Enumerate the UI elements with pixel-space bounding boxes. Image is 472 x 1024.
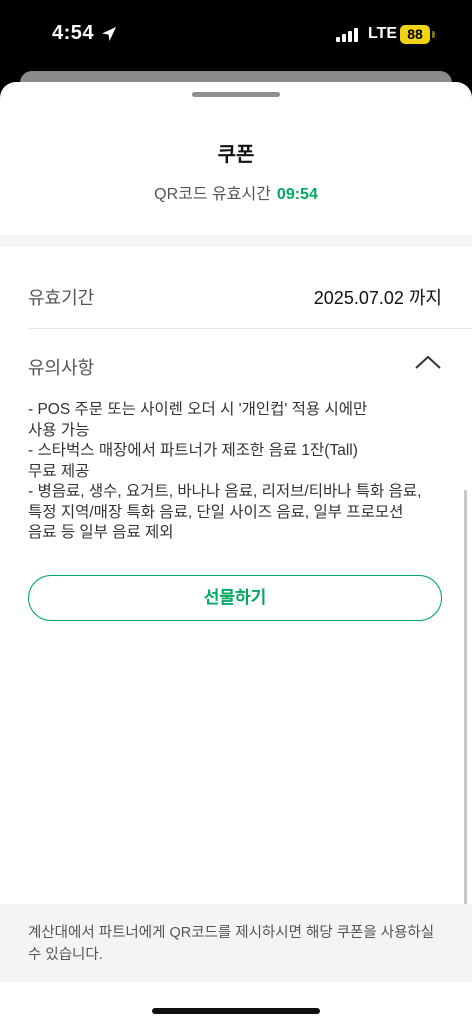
battery-tip xyxy=(432,31,435,38)
notes-label: 유의사항 xyxy=(28,358,95,378)
gift-button[interactable]: 선물하기 xyxy=(28,575,442,621)
qr-validity-label: QR코드 유효시간 xyxy=(154,186,271,203)
qr-validity: QR코드 유효시간 09:54 xyxy=(0,180,472,204)
coupon-sheet: 쿠폰 QR코드 유효시간 09:54 유효기간 2025.07.02 까지 유의사… xyxy=(0,82,472,1024)
battery-icon: 88 xyxy=(400,25,430,44)
status-time: 4:54 xyxy=(52,22,95,44)
qr-countdown: 09:54 xyxy=(276,186,318,203)
home-indicator[interactable] xyxy=(152,1008,320,1014)
chevron-up-icon[interactable] xyxy=(414,354,442,370)
network-type: LTE xyxy=(368,25,398,42)
footer-text: 계산대에서 파트너에게 QR코드를 제시하시면 해당 쿠폰을 사용하실 수 있습… xyxy=(28,925,435,963)
section-divider-band xyxy=(0,235,472,247)
sheet-grabber-handle[interactable] xyxy=(192,92,280,97)
cellular-signal-icon xyxy=(336,28,360,42)
row-divider xyxy=(28,328,472,329)
location-arrow-icon xyxy=(102,27,116,41)
validity-value: 2025.07.02 까지 xyxy=(313,288,442,308)
validity-label: 유효기간 xyxy=(28,288,95,308)
scrollbar[interactable] xyxy=(464,490,467,908)
footer-notice: 계산대에서 파트너에게 QR코드를 제시하시면 해당 쿠폰을 사용하실 수 있습… xyxy=(0,904,472,982)
notes-text: - POS 주문 또는 사이렌 오더 시 '개인컵' 적용 시에만 사용 가능 … xyxy=(28,401,422,541)
page-title: 쿠폰 xyxy=(217,144,255,166)
status-bar: 4:54 LTE 88 xyxy=(0,0,472,70)
